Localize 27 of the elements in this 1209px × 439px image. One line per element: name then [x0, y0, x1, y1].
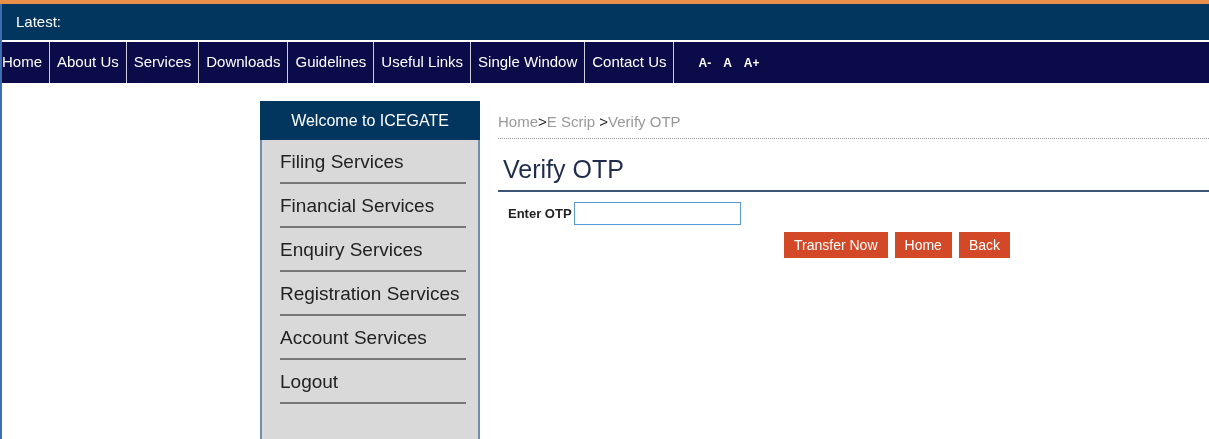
action-button[interactable]: Transfer Now [784, 232, 888, 258]
nav-link[interactable]: Guidelines [288, 42, 375, 83]
nav-link[interactable]: Useful Links [374, 42, 472, 83]
font-size-link[interactable]: A- [698, 53, 712, 72]
sidebar-title: Welcome to ICEGATE [260, 101, 480, 140]
nav-link[interactable]: Home [2, 42, 50, 83]
sidebar-item[interactable]: Account Services [280, 325, 460, 350]
nav-link[interactable]: Contact Us [585, 42, 675, 83]
ticker-label: Latest: [16, 11, 62, 32]
otp-label: Enter OTP [508, 204, 572, 223]
sidebar-item[interactable]: Filing Services [280, 149, 460, 174]
page-title: Verify OTP [498, 150, 1209, 192]
sidebar-item[interactable]: Enquiry Services [280, 237, 460, 262]
font-size-link[interactable]: A+ [743, 53, 760, 72]
nav-link[interactable]: Single Window [471, 42, 586, 83]
nav-link[interactable]: Downloads [199, 42, 289, 83]
sidebar-item[interactable]: Logout [280, 369, 460, 394]
nav-link[interactable]: About Us [50, 42, 127, 83]
nav-link[interactable]: Services [126, 42, 200, 83]
sidebar-item[interactable]: Financial Services [280, 193, 460, 218]
action-button[interactable]: Back [958, 232, 1010, 258]
sidebar-item[interactable]: Registration Services [280, 281, 460, 306]
font-size-link[interactable]: A [723, 53, 732, 72]
breadcrumb-separator: > [599, 112, 609, 132]
breadcrumb-separator: > [538, 112, 547, 132]
action-button[interactable]: Home [894, 232, 952, 258]
otp-input[interactable] [573, 202, 741, 225]
